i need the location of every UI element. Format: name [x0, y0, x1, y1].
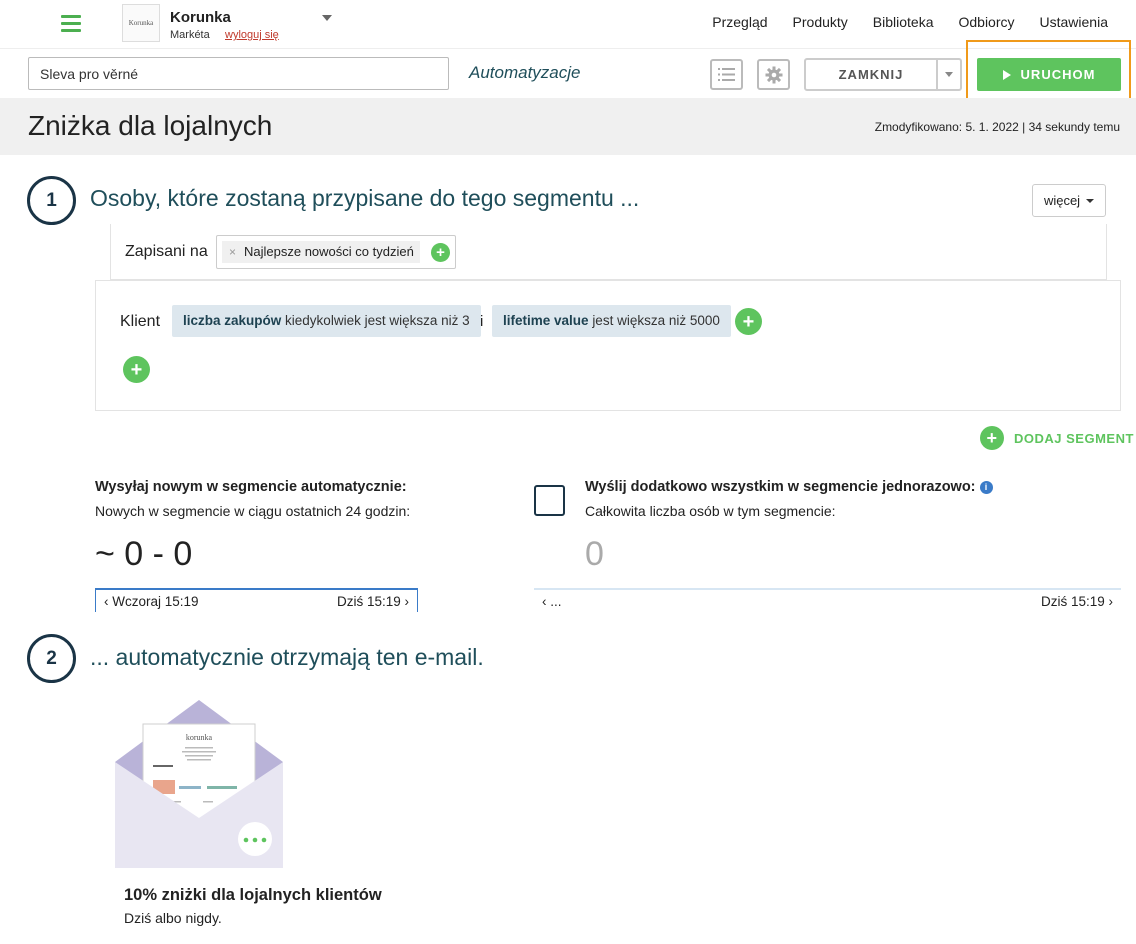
condition-chip[interactable]: liczba zakupów kiedykolwiek jest większa…: [172, 305, 481, 337]
auto-send-subtitle: Nowych w segmencie w ciągu ostatnich 24 …: [95, 503, 411, 519]
range-prev[interactable]: ‹ Wczoraj 15:19: [104, 594, 199, 609]
play-icon: [1002, 69, 1011, 80]
list-select[interactable]: × Najlepsze nowości co tydzień +: [216, 235, 456, 269]
step-2-badge: 2: [27, 634, 76, 683]
page-header: Zniżka dla lojalnych Zmodyfikowano: 5. 1…: [0, 98, 1136, 155]
account-name: Korunka: [170, 9, 231, 26]
auto-send-count: ~ 0 - 0: [95, 535, 193, 573]
add-list-icon[interactable]: +: [431, 243, 450, 262]
once-send-title: Wyślij dodatkowo wszystkim w segmencie j…: [585, 479, 993, 495]
nav-item-settings[interactable]: Ustawienia: [1040, 14, 1108, 30]
remove-tag-icon[interactable]: ×: [229, 241, 236, 263]
send-once-checkbox[interactable]: [534, 485, 565, 516]
run-button-label: URUCHOM: [1020, 67, 1096, 82]
nav-item-products[interactable]: Produkty: [793, 14, 848, 30]
menu-icon[interactable]: [61, 15, 81, 32]
preview-brand: korunka: [186, 733, 213, 742]
range-next[interactable]: Dziś 15:19 ›: [337, 594, 409, 609]
list-tag: × Najlepsze nowości co tydzień: [222, 241, 420, 263]
condition-field: lifetime value: [503, 313, 589, 328]
condition-field: liczba zakupów: [183, 313, 282, 328]
rule-label: Klient: [120, 313, 161, 330]
add-segment-label: DODAJ SEGMENT: [1014, 430, 1134, 446]
account-user: Markéta: [170, 29, 210, 41]
gear-icon: [765, 66, 782, 83]
info-icon[interactable]: i: [979, 480, 993, 494]
chevron-down-icon: [945, 72, 953, 77]
email-subtitle: Dziś albo nigdy.: [124, 910, 222, 926]
main-menu: Przegląd Produkty Biblioteka Odbiorcy Us…: [712, 14, 1108, 30]
subscribed-label: Zapisani na: [125, 243, 208, 260]
automation-name-input[interactable]: [28, 57, 449, 90]
subscription-filter: Zapisani na × Najlepsze nowości co tydzi…: [110, 224, 1107, 280]
chevron-down-icon: [1086, 198, 1095, 203]
add-rule-icon[interactable]: +: [123, 356, 150, 383]
auto-send-range: ‹ Wczoraj 15:19 Dziś 15:19 ›: [95, 588, 418, 612]
breadcrumb[interactable]: Automatyzacje: [469, 63, 581, 83]
logout-link[interactable]: wyloguj się: [225, 29, 279, 41]
close-button[interactable]: ZAMKNIJ: [804, 58, 938, 91]
and-operator: i: [480, 313, 484, 330]
close-options-button[interactable]: [936, 58, 962, 91]
account-logo: Korunka: [122, 4, 160, 42]
list-tag-label: Najlepsze nowości co tydzień: [244, 244, 414, 259]
step-2-title: ... automatycznie otrzymają ten e-mail.: [90, 644, 484, 670]
step-1-title: Osoby, które zostaną przypisane do tego …: [90, 185, 640, 211]
email-preview[interactable]: korunka: [115, 700, 283, 868]
more-button[interactable]: więcej: [1032, 184, 1106, 217]
rule-group: Klient liczba zakupów kiedykolwiek jest …: [95, 280, 1121, 411]
automation-toolbar: Automatyzacje ZAMKNIJ URUCHOM: [0, 40, 1136, 108]
condition-text: kiedykolwiek jest większa niż 3: [285, 313, 470, 328]
account-dropdown-icon[interactable]: [322, 15, 332, 21]
range-prev[interactable]: ‹ ...: [542, 594, 562, 609]
add-condition-icon[interactable]: +: [735, 308, 762, 335]
nav-item-recipients[interactable]: Odbiorcy: [958, 14, 1014, 30]
nav-item-overview[interactable]: Przegląd: [712, 14, 767, 30]
nav-item-library[interactable]: Biblioteka: [873, 14, 934, 30]
once-send-count: 0: [585, 535, 604, 573]
condition-text: jest większa niż 5000: [592, 313, 720, 328]
email-title: 10% zniżki dla lojalnych klientów: [124, 886, 382, 904]
envelope-icon: korunka: [115, 700, 283, 868]
range-next[interactable]: Dziś 15:19 ›: [1041, 594, 1113, 609]
list-view-button[interactable]: [710, 59, 743, 90]
list-icon: [718, 68, 735, 81]
add-segment-icon: +: [980, 426, 1004, 450]
once-send-range: ‹ ... Dziś 15:19 ›: [534, 588, 1121, 612]
settings-button[interactable]: [757, 59, 790, 90]
more-button-label: więcej: [1043, 193, 1081, 208]
condition-chip[interactable]: lifetime value jest większa niż 5000: [492, 305, 731, 337]
page-title: Zniżka dla lojalnych: [28, 110, 273, 141]
step-1-badge: 1: [27, 176, 76, 225]
once-send-subtitle: Całkowita liczba osób w tym segmencie:: [585, 503, 836, 519]
modified-info: Zmodyfikowano: 5. 1. 2022 | 34 sekundy t…: [874, 120, 1120, 134]
run-button[interactable]: URUCHOM: [977, 58, 1121, 91]
add-segment-button[interactable]: + DODAJ SEGMENT: [980, 426, 1134, 450]
auto-send-title: Wysyłaj nowym w segmencie automatycznie:: [95, 479, 407, 495]
